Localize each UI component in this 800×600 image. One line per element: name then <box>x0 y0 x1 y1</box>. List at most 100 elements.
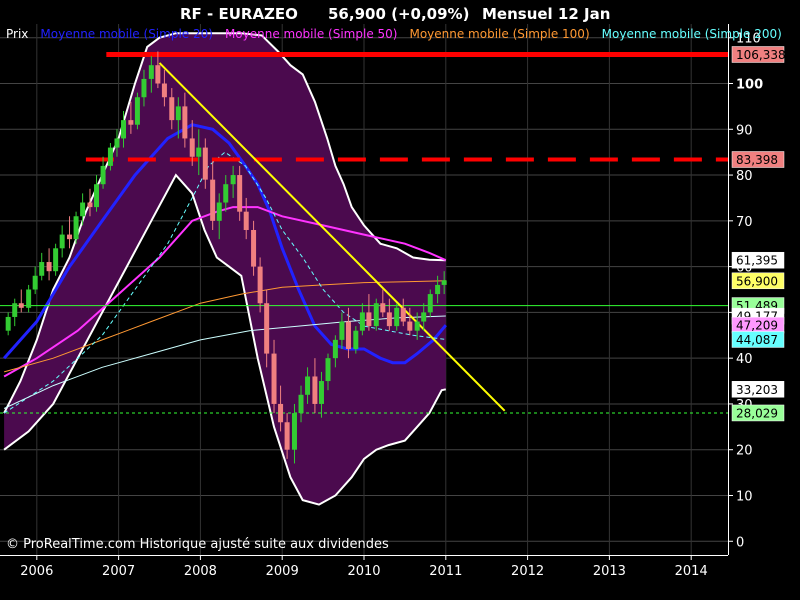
y-tick-label: 40 <box>736 352 753 367</box>
price-badge-label: 44,087 <box>736 333 778 347</box>
candle-body <box>230 175 236 185</box>
legend-entry: Moyenne mobile (Simple 100) <box>409 27 589 41</box>
candle-body <box>196 147 202 157</box>
candle-body <box>298 394 304 414</box>
candle-body <box>345 321 351 350</box>
candle-body <box>53 248 59 272</box>
candle-body <box>380 303 386 313</box>
candle-body <box>435 284 441 295</box>
candle-body <box>189 138 195 157</box>
candle-body <box>73 216 79 240</box>
candle-body <box>134 97 140 125</box>
x-tick-label: 2009 <box>266 564 299 579</box>
candle-body <box>257 266 263 304</box>
chart-svg: 0102030405060708090100110200620072008200… <box>0 0 800 600</box>
candle-body <box>182 106 188 139</box>
x-tick-label: 2012 <box>511 564 544 579</box>
candle-body <box>373 303 379 327</box>
candle-body <box>175 106 181 121</box>
candle-body <box>400 307 406 322</box>
candle-body <box>114 138 120 148</box>
candle-body <box>80 202 86 217</box>
y-tick-label: 0 <box>736 535 744 550</box>
candle-body <box>325 358 331 382</box>
price-badge-label: 33,203 <box>736 383 778 397</box>
candle-body <box>394 307 400 327</box>
candle-body <box>353 330 359 350</box>
price-badge-label: 61,395 <box>736 254 778 268</box>
candle-body <box>427 294 433 313</box>
candle-body <box>407 321 413 331</box>
candle-body <box>121 120 127 139</box>
candle-body <box>291 413 297 450</box>
candle-body <box>264 303 270 354</box>
x-tick-label: 2007 <box>102 564 135 579</box>
legend-entry: Moyenne mobile (Simple 50) <box>225 27 398 41</box>
price-badge-label: 106,338 <box>736 48 786 62</box>
candle-body <box>59 234 65 249</box>
candle-body <box>94 184 100 208</box>
candle-body <box>332 339 338 359</box>
y-tick-label: 100 <box>736 78 763 93</box>
candle-body <box>414 321 420 331</box>
candle-body <box>441 280 447 285</box>
legend-entry: Moyenne mobile (Simple 200) <box>602 27 782 41</box>
candle-body <box>202 147 208 180</box>
chart-title: RF - EURAZEO <box>180 5 298 23</box>
candle-body <box>87 202 93 208</box>
y-tick-label: 20 <box>736 444 753 459</box>
x-tick-label: 2013 <box>593 564 626 579</box>
price-badge-label: 47,209 <box>736 319 778 333</box>
candle-body <box>386 312 392 327</box>
price-badge-label: 56,900 <box>736 274 778 288</box>
candle-body <box>128 120 134 125</box>
y-tick-label: 80 <box>736 169 753 184</box>
candle-body <box>12 303 18 317</box>
candle-body <box>18 303 24 308</box>
candle-body <box>216 202 222 221</box>
candle-body <box>271 353 277 404</box>
y-tick-label: 70 <box>736 215 753 230</box>
candle-body <box>46 262 52 272</box>
x-tick-label: 2014 <box>675 564 708 579</box>
candle-body <box>148 65 154 79</box>
candle-body <box>26 289 32 308</box>
chart-period: Mensuel 12 Jan <box>482 5 610 23</box>
candle-body <box>210 179 216 221</box>
candle-body <box>359 312 365 331</box>
price-badge-label: 28,029 <box>736 406 778 420</box>
candle-body <box>141 78 147 98</box>
candle-body <box>223 184 229 203</box>
candle-body <box>339 321 345 340</box>
chart-credit: © ProRealTime.com Historique ajusté suit… <box>6 537 389 552</box>
candle-body <box>32 275 38 290</box>
candle-body <box>312 376 318 404</box>
candle-body <box>155 65 161 84</box>
candle-body <box>284 422 290 450</box>
candle-body <box>318 381 324 404</box>
candle-body <box>237 175 243 212</box>
legend-entry: Prix <box>6 27 28 41</box>
candle-body <box>67 234 73 240</box>
candle-body <box>278 403 284 423</box>
x-tick-label: 2010 <box>347 564 380 579</box>
y-tick-label: 90 <box>736 123 753 138</box>
candle-body <box>243 211 249 230</box>
candle-body <box>39 262 45 276</box>
candle-body <box>305 376 311 395</box>
candle-body <box>5 316 11 331</box>
y-tick-label: 10 <box>736 489 753 504</box>
price-badge-label: 83,398 <box>736 153 778 167</box>
candle-body <box>161 83 167 98</box>
candle-body <box>107 147 113 166</box>
candle-body <box>366 312 372 327</box>
candle-body <box>251 229 257 267</box>
x-tick-label: 2006 <box>20 564 53 579</box>
candle-body <box>100 165 106 185</box>
candle-body <box>169 97 175 121</box>
x-tick-label: 2011 <box>429 564 462 579</box>
chart-price-change: 56,900 (+0,09%) <box>328 5 469 23</box>
candle-body <box>421 312 427 322</box>
x-tick-label: 2008 <box>184 564 217 579</box>
legend-entry: Moyenne mobile (Simple 20) <box>40 27 213 41</box>
